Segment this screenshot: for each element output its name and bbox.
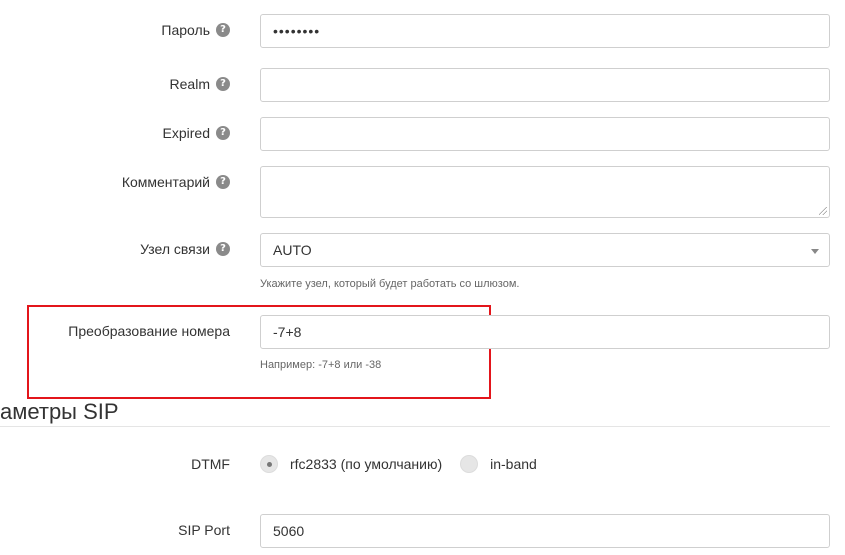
sip-port-label: SIP Port — [178, 522, 230, 538]
help-icon[interactable]: ? — [216, 242, 230, 256]
help-icon[interactable]: ? — [216, 23, 230, 37]
node-select[interactable]: AUTO — [260, 233, 830, 267]
dtmf-option-label[interactable]: in-band — [490, 456, 537, 472]
resize-handle-icon[interactable] — [819, 207, 827, 215]
dtmf-radio-rfc2833[interactable] — [260, 455, 278, 473]
help-icon[interactable]: ? — [216, 126, 230, 140]
sip-port-input[interactable]: 5060 — [260, 514, 830, 548]
comment-textarea[interactable] — [260, 166, 830, 218]
section-divider — [0, 426, 830, 427]
realm-label: Realm ? — [170, 76, 230, 92]
realm-input[interactable] — [260, 68, 830, 102]
node-hint: Укажите узел, который будет работать со … — [260, 278, 520, 290]
password-label: Пароль ? — [161, 22, 230, 38]
expired-input[interactable] — [260, 117, 830, 151]
expired-label: Expired ? — [163, 125, 230, 141]
number-transform-hint: Например: -7+8 или -38 — [260, 359, 382, 371]
dtmf-radio-inband[interactable] — [460, 455, 479, 473]
help-icon[interactable]: ? — [216, 175, 230, 189]
dtmf-option-label[interactable]: rfc2833 (по умолчанию) — [290, 456, 442, 472]
chevron-down-icon — [811, 249, 819, 254]
help-icon[interactable]: ? — [216, 77, 230, 91]
dtmf-radio-group: rfc2833 (по умолчанию) in-band — [260, 455, 555, 473]
password-input[interactable]: •••••••• — [260, 14, 830, 48]
section-title: аметры SIP — [0, 399, 119, 424]
number-transform-label: Преобразование номера — [68, 323, 230, 339]
dtmf-label: DTMF — [191, 456, 230, 472]
number-transform-input[interactable]: -7+8 — [260, 315, 830, 349]
comment-label: Комментарий ? — [122, 174, 230, 190]
node-label: Узел связи ? — [140, 241, 230, 257]
